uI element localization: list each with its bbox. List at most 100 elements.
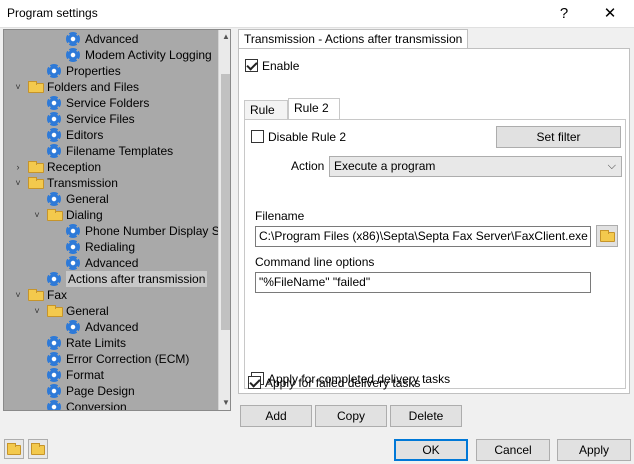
section-body: Enable Rule 1 Rule 2 Disable Rule 2 Set … <box>238 48 630 394</box>
filename-field[interactable]: C:\Program Files (x86)\Septa\Septa Fax S… <box>255 226 591 247</box>
gear-icon <box>47 400 61 410</box>
tree-item-label: Conversion <box>66 400 127 411</box>
cmdline-label: Command line options <box>255 255 375 269</box>
gear-icon <box>47 352 61 366</box>
tree-item-label: Dialing <box>66 208 103 222</box>
tree-item[interactable]: ˅ General <box>4 303 216 319</box>
scroll-up-icon[interactable]: ▲ <box>219 30 230 44</box>
tree-item[interactable]: Redialing <box>4 239 216 255</box>
enable-checkbox[interactable] <box>245 59 258 72</box>
tree-item[interactable]: Rate Limits <box>4 335 216 351</box>
collapse-arrow-icon[interactable]: ˅ <box>13 287 23 303</box>
copy-rule-button[interactable]: Copy <box>315 405 387 427</box>
action-select-value: Execute a program <box>334 159 436 173</box>
collapse-all-button[interactable] <box>28 439 48 459</box>
rule-body: Disable Rule 2 Set filter Action Execute… <box>244 119 626 389</box>
filename-label: Filename <box>255 209 305 223</box>
apply-failed-label[interactable]: Apply for failed delivery tasks <box>265 376 420 390</box>
set-filter-button[interactable]: Set filter <box>496 126 621 148</box>
tree-item-label: Page Design <box>66 384 135 398</box>
tree-item[interactable]: Filename Templates <box>4 143 216 159</box>
apply-failed-checkbox[interactable] <box>248 376 261 389</box>
tree-item[interactable]: Advanced <box>4 255 216 271</box>
gear-icon <box>66 240 80 254</box>
enable-label[interactable]: Enable <box>262 59 299 73</box>
gear-icon <box>47 368 61 382</box>
tree-item-label: Transmission <box>47 176 118 190</box>
gear-icon <box>47 272 61 286</box>
folder-icon <box>7 443 21 455</box>
tree-item[interactable]: Actions after transmission <box>4 271 216 287</box>
folder-icon <box>28 81 44 93</box>
disable-rule-checkbox[interactable] <box>251 130 264 143</box>
tree-item[interactable]: General <box>4 191 216 207</box>
tree-item[interactable]: Format <box>4 367 216 383</box>
add-rule-button[interactable]: Add <box>240 405 312 427</box>
window-title: Program settings <box>7 6 98 20</box>
tree-item[interactable]: › Reception <box>4 159 216 175</box>
tree-item-label: Format <box>66 368 105 382</box>
tree-item[interactable]: Page Design <box>4 383 216 399</box>
delete-rule-button[interactable]: Delete <box>390 405 462 427</box>
chevron-down-icon: ⌵ <box>607 160 616 172</box>
collapse-arrow-icon[interactable]: ˅ <box>32 207 42 223</box>
section-tab: Transmission - Actions after transmissio… <box>238 29 469 49</box>
tree-item[interactable]: Modem Activity Logging <box>4 47 216 63</box>
disable-rule-label[interactable]: Disable Rule 2 <box>268 130 346 144</box>
folder-icon <box>28 161 44 173</box>
apply-button[interactable]: Apply <box>557 439 631 461</box>
tree-item[interactable]: Properties <box>4 63 216 79</box>
ok-button[interactable]: OK <box>394 439 468 461</box>
tree-item-label: Rate Limits <box>66 336 127 350</box>
cmdline-field[interactable]: "%FileName" "failed" <box>255 272 591 293</box>
gear-icon <box>47 96 61 110</box>
tree-item-label: Advanced <box>85 320 139 334</box>
folder-open-icon <box>600 230 615 242</box>
tree-item-label: Folders and Files <box>47 80 140 94</box>
tree-item[interactable]: Advanced <box>4 319 216 335</box>
settings-tree[interactable]: Advanced Modem Activity Logging Properties… <box>3 29 231 411</box>
tree-item-label: Phone Number Display St <box>85 224 224 238</box>
tree-item-label: Reception <box>47 160 102 174</box>
tree-item-label: Filename Templates <box>66 144 174 158</box>
settings-panel: Transmission - Actions after transmissio… <box>236 29 630 433</box>
collapse-arrow-icon[interactable]: ˅ <box>13 79 23 95</box>
tree-item-label: Advanced <box>85 32 139 46</box>
tree-item[interactable]: ˅ Folders and Files <box>4 79 216 95</box>
tree-item-label: Fax <box>47 288 68 302</box>
expand-all-button[interactable] <box>4 439 24 459</box>
tree-item[interactable]: Conversion <box>4 399 216 411</box>
tree-scrollbar[interactable]: ▲ ▼ <box>218 30 230 410</box>
tree-item[interactable]: Advanced <box>4 31 216 47</box>
title-bar: Program settings ? ✕ <box>0 0 634 28</box>
cancel-button[interactable]: Cancel <box>476 439 550 461</box>
tree-item-label: Actions after transmission <box>66 271 208 287</box>
expand-arrow-icon[interactable]: › <box>13 159 23 175</box>
collapse-arrow-icon[interactable]: ˅ <box>32 303 42 319</box>
tree-item-label: Redialing <box>85 240 136 254</box>
help-button[interactable]: ? <box>542 0 586 28</box>
tree-item[interactable]: Error Correction (ECM) <box>4 351 216 367</box>
tree-item[interactable]: ˅ Fax <box>4 287 216 303</box>
tree-item[interactable]: Phone Number Display St <box>4 223 223 239</box>
tree-item[interactable]: Editors <box>4 127 216 143</box>
tab-rule-2[interactable]: Rule 2 <box>288 98 340 121</box>
close-button[interactable]: ✕ <box>588 0 632 28</box>
tree-item[interactable]: Service Files <box>4 111 216 127</box>
scroll-thumb[interactable] <box>221 74 230 330</box>
gear-icon <box>47 384 61 398</box>
tree-item-label: Editors <box>66 128 104 142</box>
gear-icon <box>66 320 80 334</box>
scroll-down-icon[interactable]: ▼ <box>219 396 230 410</box>
tree-item-label: Properties <box>66 64 121 78</box>
tree-item[interactable]: ˅ Transmission <box>4 175 216 191</box>
browse-button[interactable] <box>596 225 618 247</box>
gear-icon <box>66 48 80 62</box>
action-select[interactable]: Execute a program ⌵ <box>329 156 622 177</box>
tree-item[interactable]: ˅ Dialing <box>4 207 216 223</box>
folder-icon <box>28 177 44 189</box>
folder-icon <box>47 209 63 221</box>
tab-rule-1[interactable]: Rule 1 <box>244 100 288 136</box>
collapse-arrow-icon[interactable]: ˅ <box>13 175 23 191</box>
tree-item[interactable]: Service Folders <box>4 95 216 111</box>
